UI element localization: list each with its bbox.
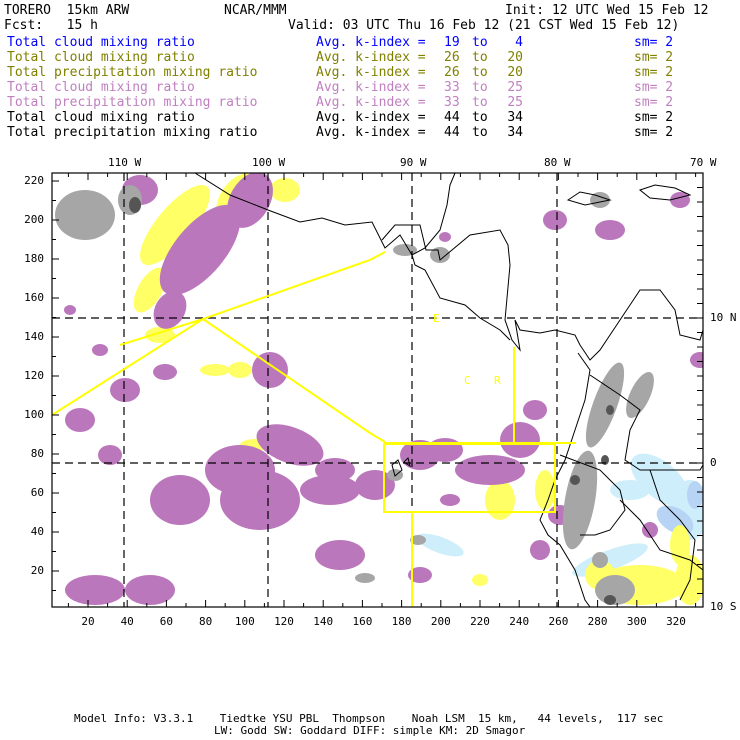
purple-field (64, 305, 76, 315)
yellow-field (228, 362, 252, 378)
x-tick-label: 320 (666, 615, 686, 628)
lon-label: 100 W (252, 156, 286, 169)
lat-label: 0 (710, 456, 717, 469)
y-tick-label: 180 (24, 252, 44, 265)
dark-gray-field (604, 595, 616, 605)
y-tick-label: 80 (30, 447, 44, 460)
dark-gray-field (606, 405, 614, 415)
purple-field (315, 458, 355, 482)
x-tick-label: 240 (509, 615, 530, 628)
purple-field (98, 445, 122, 465)
purple-field (530, 540, 550, 560)
x-tick-label: 120 (274, 615, 294, 628)
forecast-map: E C R (51, 172, 704, 608)
lon-label: 90 W (400, 156, 427, 169)
physics-info: LW: Godd SW: Goddard DIFF: simple KM: 2D… (214, 724, 526, 737)
yellow-field (472, 574, 488, 586)
yellow-field (485, 480, 515, 520)
light-blue-field (416, 533, 464, 557)
x-tick-label: 260 (548, 615, 569, 628)
map-letter: R (494, 374, 501, 387)
blue-field (687, 481, 703, 509)
mixing-ratio-fields (55, 173, 703, 605)
map-letter: E (433, 312, 440, 325)
purple-field (252, 352, 288, 388)
x-tick-label: 220 (470, 615, 490, 628)
purple-field (500, 422, 540, 458)
x-tick-label: 20 (81, 615, 95, 628)
gray-field (55, 190, 115, 240)
map-letter: C (464, 374, 471, 387)
x-tick-label: 60 (159, 615, 174, 628)
y-tick-label: 20 (30, 564, 44, 577)
purple-field (523, 400, 547, 420)
x-tick-label: 300 (626, 615, 647, 628)
x-tick-label: 40 (120, 615, 134, 628)
yellow-field (270, 178, 300, 202)
purple-field (65, 575, 125, 605)
lon-label: 80 W (544, 156, 571, 169)
purple-field (427, 438, 463, 462)
y-tick-label: 160 (24, 291, 44, 304)
x-tick-label: 160 (352, 615, 373, 628)
lat-label: 10 S (710, 600, 737, 613)
purple-field (440, 494, 460, 506)
lon-label: 110 W (108, 156, 142, 169)
purple-field (92, 344, 108, 356)
dark-gray-field (570, 475, 580, 485)
gray-field (585, 362, 625, 448)
y-tick-label: 120 (24, 369, 44, 382)
y-tick-label: 60 (30, 486, 44, 499)
purple-field (670, 192, 690, 208)
purple-field (595, 220, 625, 240)
gray-field (626, 371, 654, 419)
y-tick-label: 100 (24, 408, 44, 421)
purple-field (153, 364, 177, 380)
x-tick-label: 100 (234, 615, 255, 628)
x-tick-label: 140 (313, 615, 334, 628)
light-blue-field (610, 480, 650, 500)
purple-field (315, 540, 365, 570)
purple-field (110, 378, 140, 402)
purple-field (690, 352, 703, 368)
dark-gray-field (129, 197, 141, 213)
x-tick-label: 180 (391, 615, 412, 628)
purple-field (65, 408, 95, 432)
purple-field (125, 575, 175, 605)
purple-field (455, 455, 525, 485)
region-boundaries (51, 251, 576, 607)
purple-field (439, 232, 451, 242)
x-tick-label: 200 (430, 615, 451, 628)
lat-label: 10 N (710, 311, 737, 324)
gray-field (592, 552, 608, 568)
y-tick-label: 140 (24, 330, 44, 343)
purple-field (543, 210, 567, 230)
purple-field (150, 475, 210, 525)
x-tick-label: 80 (198, 615, 213, 628)
purple-field (220, 470, 300, 530)
x-tick-label: 280 (587, 615, 608, 628)
yellow-field (200, 364, 230, 376)
y-tick-label: 40 (30, 525, 44, 538)
gray-field (355, 573, 375, 583)
y-tick-label: 200 (24, 213, 44, 226)
lon-label: 70 W (690, 156, 717, 169)
y-tick-label: 220 (24, 174, 44, 187)
